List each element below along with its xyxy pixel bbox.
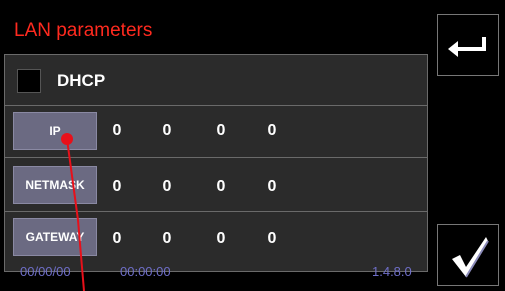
annotation-pointer-line xyxy=(66,138,85,291)
annotation-pointer-dot xyxy=(61,133,73,145)
